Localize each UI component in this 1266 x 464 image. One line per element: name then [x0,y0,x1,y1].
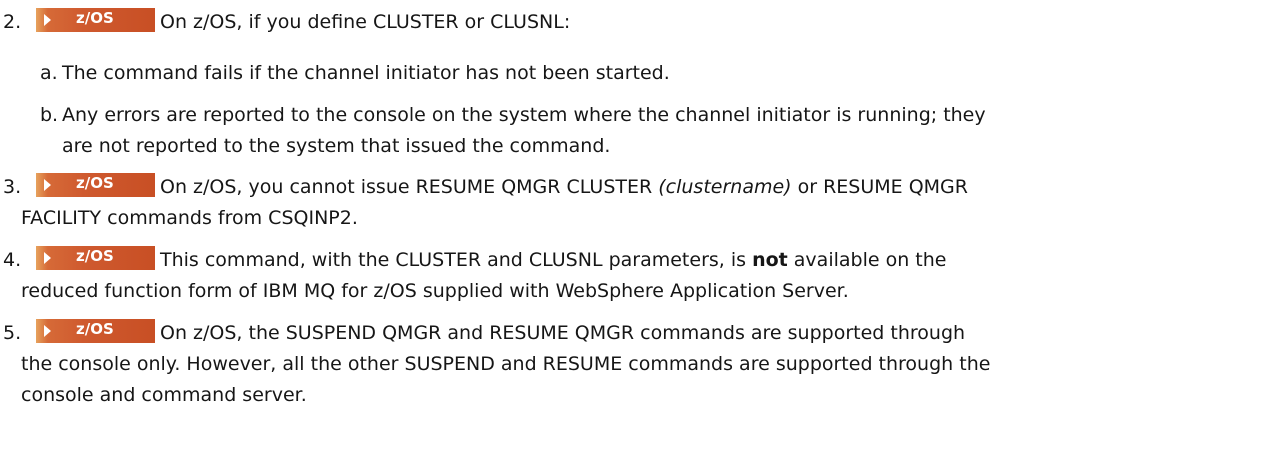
item-number: 3. [3,176,22,198]
item-number: 4. [3,249,22,271]
item-text-italic: (clustername) [658,176,792,198]
item-text-line3: console and command server. [21,384,307,406]
subitem-letter: a. [40,62,58,84]
subitem-text-line2: are not reported to the system that issu… [62,135,611,157]
item-text: On z/OS, if you define CLUSTER or CLUSNL… [160,11,571,33]
item-number: 2. [3,11,22,33]
item-text: On z/OS, the SUSPEND QMGR and RESUME QMG… [160,322,966,344]
item-number: 5. [3,322,22,344]
badge-label: z/OS [76,174,114,192]
item-text-line2: FACILITY commands from CSQINP2. [21,207,358,229]
item-text-line2: the console only. However, all the other… [21,353,991,375]
subitem-text: The command fails if the channel initiat… [62,62,670,84]
item-text-before: On z/OS, you cannot issue RESUME QMGR CL… [160,176,659,198]
item-text-after: available on the [787,249,947,271]
item-first-line: z/OS On z/OS, the SUSPEND QMGR and RESUME… [36,318,965,348]
item-text-before: This command, with the CLUSTER and CLUSN… [160,249,753,271]
arrow-icon [44,14,51,26]
item-text-after: or RESUME QMGR [791,176,968,198]
zos-badge: z/OS [36,319,155,343]
badge-label: z/OS [76,320,114,338]
item-text-line2: reduced function form of IBM MQ for z/OS… [21,280,849,302]
item-first-line: z/OS This command, with the CLUSTER and C… [36,245,946,275]
arrow-icon [44,325,51,337]
zos-badge: z/OS [36,246,155,270]
item-text-bold: not [752,249,788,271]
arrow-icon [44,179,51,191]
zos-badge: z/OS [36,8,155,32]
badge-label: z/OS [76,9,114,27]
arrow-icon [44,252,51,264]
document-body: 2. z/OS On z/OS, if you define CLUSTER or… [0,0,1266,464]
subitem-letter: b. [40,104,59,126]
badge-label: z/OS [76,247,114,265]
item-first-line: z/OS On z/OS, you cannot issue RESUME QMG… [36,172,968,202]
subitem-text-line1: Any errors are reported to the console o… [62,104,986,126]
zos-badge: z/OS [36,173,155,197]
item-first-line: z/OS On z/OS, if you define CLUSTER or CL… [36,7,570,37]
